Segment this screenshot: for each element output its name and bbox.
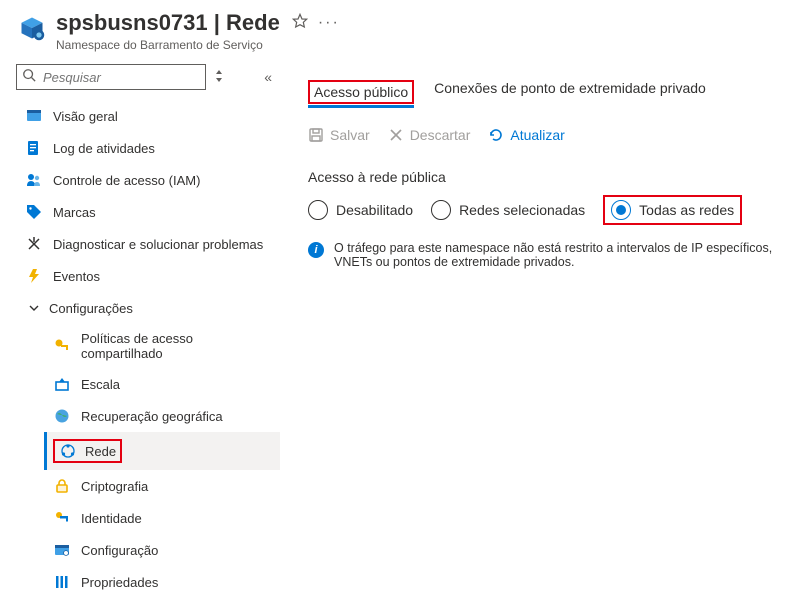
lock-icon	[53, 477, 71, 495]
sidebar-label: Criptografia	[81, 479, 148, 494]
radio-icon	[308, 200, 328, 220]
search-input[interactable]	[16, 64, 206, 90]
more-icon[interactable]: ···	[318, 14, 340, 32]
sidebar-item-overview[interactable]: Visão geral	[16, 100, 280, 132]
sidebar-item-shared-access[interactable]: Políticas de acesso compartilhado	[44, 324, 280, 368]
sidebar-item-tags[interactable]: Marcas	[16, 196, 280, 228]
info-text: O tráfego para este namespace não está r…	[334, 241, 793, 269]
key-icon	[53, 337, 71, 355]
diagnose-icon	[25, 235, 43, 253]
sidebar-item-diagnose[interactable]: Diagnosticar e solucionar problemas	[16, 228, 280, 260]
button-label: Atualizar	[510, 127, 564, 143]
info-message: i O tráfego para este namespace não está…	[308, 241, 801, 269]
info-icon: i	[308, 242, 324, 258]
sidebar: « Visão geral Log de atividades Controle…	[0, 58, 280, 608]
button-label: Salvar	[330, 127, 370, 143]
tab-private-endpoints[interactable]: Conexões de ponto de extremidade privado	[434, 80, 706, 104]
log-icon	[25, 139, 43, 157]
public-access-radio-group: Desabilitado Redes selecionadas Todas as…	[308, 195, 801, 225]
sidebar-label: Escala	[81, 377, 120, 392]
discard-icon	[388, 127, 404, 143]
button-label: Descartar	[410, 127, 471, 143]
sidebar-label: Diagnosticar e solucionar problemas	[53, 237, 263, 252]
sidebar-section-settings[interactable]: Configurações	[16, 292, 280, 324]
sidebar-label: Eventos	[53, 269, 100, 284]
radio-all-networks[interactable]: Todas as redes	[611, 200, 734, 220]
sidebar-label: Log de atividades	[53, 141, 155, 156]
overview-icon	[25, 107, 43, 125]
page-title: spsbusns0731 | Rede	[56, 10, 280, 36]
sidebar-label: Políticas de acesso compartilhado	[81, 331, 241, 361]
search-icon	[22, 68, 38, 84]
radio-disabled[interactable]: Desabilitado	[308, 200, 413, 220]
events-icon	[25, 267, 43, 285]
sidebar-item-network[interactable]: Rede	[44, 432, 280, 470]
sidebar-label: Controle de acesso (IAM)	[53, 173, 200, 188]
sidebar-item-configuration[interactable]: Configuração	[44, 534, 280, 566]
collapse-sidebar-icon[interactable]: «	[264, 69, 272, 85]
network-icon	[59, 442, 77, 460]
radio-icon	[431, 200, 451, 220]
sidebar-item-activitylog[interactable]: Log de atividades	[16, 132, 280, 164]
sidebar-item-events[interactable]: Eventos	[16, 260, 280, 292]
save-button[interactable]: Salvar	[308, 127, 370, 143]
radio-label: Todas as redes	[639, 202, 734, 218]
scale-icon	[53, 375, 71, 393]
sidebar-section-label: Configurações	[49, 301, 133, 316]
sidebar-label: Configuração	[81, 543, 158, 558]
favorite-star-icon[interactable]	[292, 13, 308, 34]
radio-label: Redes selecionadas	[459, 202, 585, 218]
tab-label: Acesso público	[314, 84, 408, 100]
tabs: Acesso público Conexões de ponto de extr…	[308, 80, 801, 105]
sidebar-search[interactable]	[16, 64, 206, 90]
sidebar-item-scale[interactable]: Escala	[44, 368, 280, 400]
tab-label: Conexões de ponto de extremidade privado	[434, 80, 706, 96]
radio-selected-networks[interactable]: Redes selecionadas	[431, 200, 585, 220]
main-content: Acesso público Conexões de ponto de extr…	[280, 58, 811, 608]
resource-icon	[18, 14, 46, 42]
save-icon	[308, 127, 324, 143]
command-bar: Salvar Descartar Atualizar	[308, 127, 801, 143]
sidebar-label: Recuperação geográfica	[81, 409, 223, 424]
chevron-down-icon	[25, 299, 43, 317]
sidebar-item-properties[interactable]: Propriedades	[44, 566, 280, 598]
properties-icon	[53, 573, 71, 591]
page-subtitle: Namespace do Barramento de Serviço	[56, 38, 793, 52]
sidebar-item-encryption[interactable]: Criptografia	[44, 470, 280, 502]
sidebar-label: Visão geral	[53, 109, 118, 124]
page-header: spsbusns0731 | Rede ··· Namespace do Bar…	[0, 0, 811, 58]
iam-icon	[25, 171, 43, 189]
globe-icon	[53, 407, 71, 425]
public-access-label: Acesso à rede pública	[308, 169, 801, 185]
sidebar-item-geo-recovery[interactable]: Recuperação geográfica	[44, 400, 280, 432]
identity-icon	[53, 509, 71, 527]
sidebar-label: Rede	[85, 444, 116, 459]
sidebar-item-iam[interactable]: Controle de acesso (IAM)	[16, 164, 280, 196]
sidebar-label: Marcas	[53, 205, 96, 220]
discard-button[interactable]: Descartar	[388, 127, 471, 143]
sidebar-item-identity[interactable]: Identidade	[44, 502, 280, 534]
refresh-icon	[488, 127, 504, 143]
tag-icon	[25, 203, 43, 221]
radio-label: Desabilitado	[336, 202, 413, 218]
sidebar-label: Propriedades	[81, 575, 158, 590]
refresh-button[interactable]: Atualizar	[488, 127, 564, 143]
config-icon	[53, 541, 71, 559]
tab-public-access[interactable]: Acesso público	[308, 80, 414, 104]
radio-icon	[611, 200, 631, 220]
search-options-icon[interactable]	[214, 68, 224, 87]
sidebar-label: Identidade	[81, 511, 142, 526]
